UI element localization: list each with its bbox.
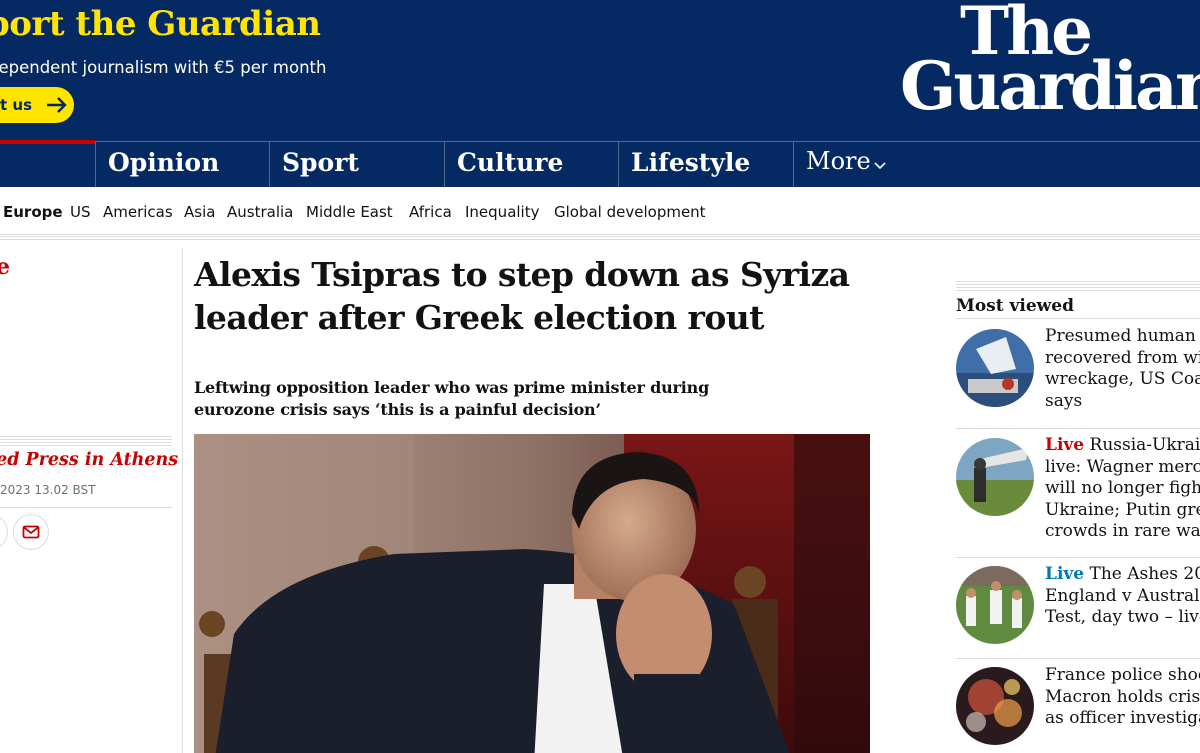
subnav-asia[interactable]: Asia — [184, 203, 215, 221]
email-icon — [22, 525, 40, 539]
nav-more-label: More — [806, 147, 871, 175]
most-viewed-line: recovered from wit — [1045, 347, 1200, 368]
most-viewed-thumbnail — [956, 329, 1034, 407]
nav-lifestyle[interactable]: Lifestyle — [618, 142, 750, 187]
support-button-label: t us — [0, 96, 32, 114]
section-divider — [0, 236, 1200, 240]
nav-culture[interactable]: Culture — [444, 142, 563, 187]
guardian-logo[interactable]: The Guardian — [900, 0, 1200, 125]
most-viewed-line: Macron holds crisi — [1045, 686, 1200, 707]
subnav-americas[interactable]: Americas — [103, 203, 173, 221]
arrow-right-icon — [47, 97, 67, 113]
subnav-global-development[interactable]: Global development — [554, 203, 706, 221]
article-main-image — [194, 434, 870, 753]
share-email-button[interactable] — [13, 514, 49, 550]
most-viewed-line: Test, day two – live — [1045, 607, 1200, 627]
meta-divider — [0, 507, 172, 508]
nav-news-indicator — [0, 140, 95, 144]
most-viewed-line: live: Wagner merce — [1045, 456, 1200, 477]
most-viewed-line: Russia-Ukrain — [1089, 435, 1200, 455]
most-viewed-item[interactable]: Live Russia-Ukrain live: Wagner merce wi… — [956, 428, 1200, 544]
section-label[interactable]: e — [0, 254, 10, 280]
masthead: port the Guardian dependent journalism w… — [0, 0, 1200, 187]
most-viewed-line: France police shoo — [1045, 665, 1200, 685]
live-kicker: Live — [1045, 435, 1085, 455]
most-viewed-item[interactable]: Live The Ashes 202 England v Australi Te… — [956, 557, 1200, 673]
primary-nav: Opinion Sport Culture Lifestyle More — [0, 140, 1200, 187]
article-standfirst: Leftwing opposition leader who was prime… — [194, 378, 710, 419]
most-viewed-thumbnail — [956, 667, 1034, 745]
publish-date: 2023 13.02 BST — [0, 483, 96, 497]
most-viewed-line: The Ashes 202 — [1089, 564, 1200, 584]
logo-line-2: Guardian — [900, 46, 1200, 125]
most-viewed-thumbnail — [956, 566, 1034, 644]
column-divider — [182, 248, 183, 753]
most-viewed-line: Ukraine; Putin gree — [1045, 499, 1200, 520]
chevron-down-icon — [874, 162, 886, 170]
subnav-middle-east[interactable]: Middle East — [306, 203, 393, 221]
nav-opinion[interactable]: Opinion — [95, 142, 219, 187]
most-viewed-thumbnail — [956, 438, 1034, 516]
most-viewed-line: as officer investiga — [1045, 708, 1200, 728]
most-viewed-line: Presumed human r — [1045, 326, 1200, 346]
most-viewed-line: wreckage, US Coas — [1045, 369, 1200, 389]
most-viewed-line: says — [1045, 390, 1083, 411]
byline-rule — [0, 436, 172, 448]
subnav-europe[interactable]: Europe — [3, 203, 63, 221]
support-title: port the Guardian — [0, 4, 321, 44]
section-subnav: Europe US Americas Asia Australia Middle… — [0, 187, 1200, 235]
most-viewed-title: Most viewed — [956, 296, 1074, 316]
most-viewed-line: crowds in rare walk — [1045, 521, 1200, 541]
share-facebook-button[interactable] — [0, 514, 8, 550]
subnav-inequality[interactable]: Inequality — [465, 203, 539, 221]
tsipras-photo — [194, 434, 870, 753]
most-viewed-item[interactable]: France police shoo Macron holds crisi as… — [956, 658, 1200, 753]
nav-more[interactable]: More — [793, 142, 886, 187]
most-viewed-line: will no longer fight — [1045, 478, 1200, 498]
article-headline: Alexis Tsipras to step down as Syriza le… — [194, 255, 850, 337]
most-viewed-rule — [956, 281, 1200, 293]
nav-sport[interactable]: Sport — [269, 142, 359, 187]
most-viewed-item[interactable]: Presumed human r recovered from wit wrec… — [956, 318, 1200, 434]
subnav-africa[interactable]: Africa — [409, 203, 452, 221]
live-kicker: Live — [1045, 564, 1085, 584]
most-viewed-line: England v Australi — [1045, 585, 1200, 606]
support-us-button[interactable]: t us — [0, 87, 74, 123]
subnav-us[interactable]: US — [70, 203, 91, 221]
support-subtitle: dependent journalism with €5 per month — [0, 58, 327, 77]
byline[interactable]: ted Press in Athens — [0, 450, 178, 470]
subnav-australia[interactable]: Australia — [227, 203, 293, 221]
